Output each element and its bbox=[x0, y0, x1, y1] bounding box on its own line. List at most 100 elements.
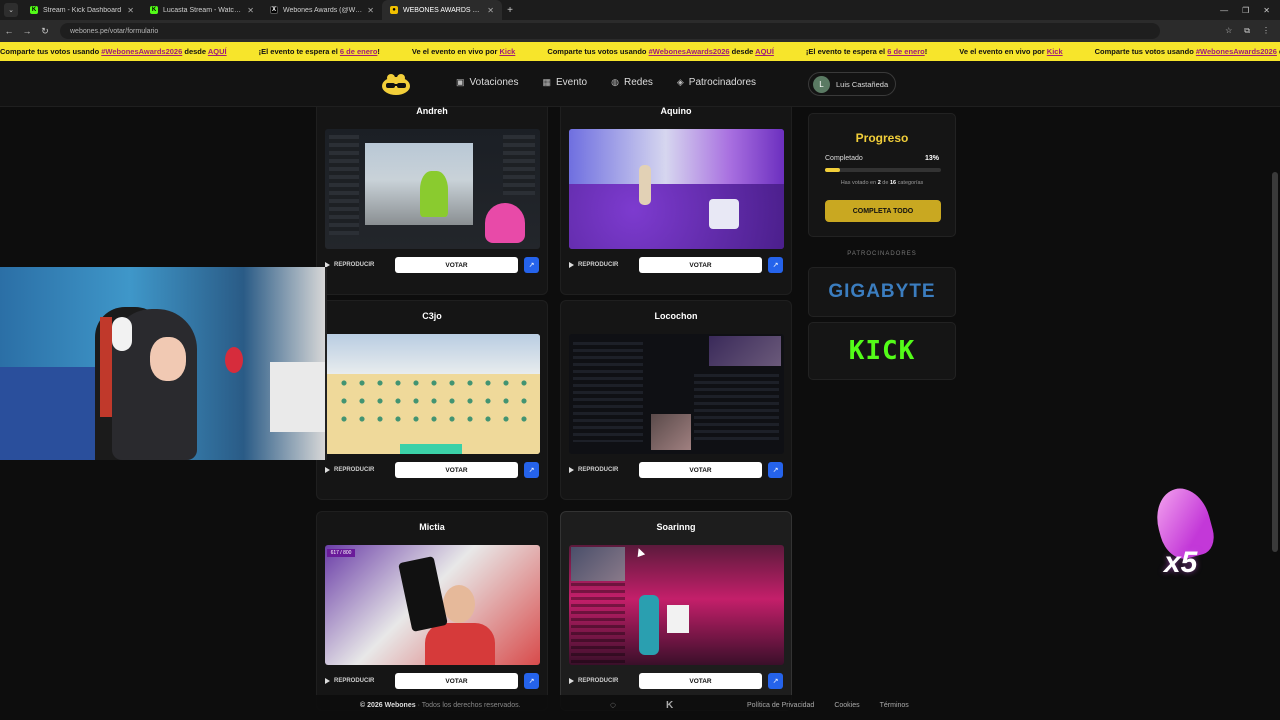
marquee-item[interactable]: Ve el evento en vivo por Kick bbox=[412, 47, 515, 56]
nav-label: Votaciones bbox=[469, 77, 519, 88]
close-icon[interactable]: ✕ bbox=[247, 6, 254, 15]
external-link-icon[interactable]: ↗ bbox=[768, 257, 783, 273]
play-button[interactable]: REPRODUCIR bbox=[569, 462, 633, 478]
external-link-icon[interactable]: ↗ bbox=[524, 257, 539, 273]
nominee-thumbnail[interactable] bbox=[325, 334, 540, 454]
social-icon[interactable]: ◌ bbox=[610, 700, 616, 711]
nav-patrocinadores[interactable]: ◈ Patrocinadores bbox=[677, 77, 756, 88]
marquee-highlight[interactable]: #WebonesAwards2026 bbox=[101, 47, 182, 56]
multiplier-text: x5 bbox=[1164, 546, 1198, 579]
nominee-thumbnail[interactable] bbox=[569, 545, 784, 665]
marquee-text: ! bbox=[924, 47, 928, 56]
play-button[interactable]: REPRODUCIR bbox=[325, 257, 389, 273]
marquee-item[interactable]: Comparte tus votos usando #WebonesAwards… bbox=[0, 47, 227, 56]
privacy-link[interactable]: Política de Privacidad bbox=[747, 702, 814, 709]
user-menu[interactable]: L Luis Castañeda bbox=[808, 72, 896, 96]
marquee-highlight[interactable]: 6 de enero bbox=[887, 47, 925, 56]
webones-logo[interactable] bbox=[381, 72, 411, 96]
profile-icon[interactable]: ⋮ bbox=[1262, 26, 1270, 36]
close-icon[interactable]: ✕ bbox=[127, 6, 134, 15]
marquee-highlight[interactable]: Kick bbox=[1047, 47, 1063, 56]
play-label: REPRODUCIR bbox=[334, 467, 375, 473]
address-bar[interactable]: webones.pe/votar/formulario bbox=[60, 23, 1160, 39]
tab-title: Stream - Kick Dashboard bbox=[43, 6, 122, 14]
game-crowd bbox=[335, 374, 530, 434]
marquee-item[interactable]: Comparte tus votos usando #WebonesAwards… bbox=[1095, 47, 1280, 56]
external-link-icon[interactable]: ↗ bbox=[768, 462, 783, 478]
vote-button[interactable]: VOTAR bbox=[639, 673, 762, 689]
vote-button[interactable]: VOTAR bbox=[639, 257, 762, 273]
marquee-text: Ve el evento en vivo por bbox=[411, 47, 500, 56]
nominee-thumbnail[interactable] bbox=[569, 334, 784, 454]
kick-icon[interactable]: K bbox=[666, 700, 673, 711]
marquee-highlight[interactable]: #WebonesAwards2026 bbox=[649, 47, 730, 56]
tab-search-icon[interactable]: ⌄ bbox=[4, 3, 18, 17]
play-button[interactable]: REPRODUCIR bbox=[569, 673, 633, 689]
tab-lucasta-stream[interactable]: K Lucasta Stream - Watch Live on Kick ✕ bbox=[142, 0, 262, 20]
tab-kick-dashboard[interactable]: K Stream - Kick Dashboard ✕ bbox=[22, 0, 142, 20]
progress-bar bbox=[825, 168, 941, 172]
nominee-name: C3jo bbox=[422, 311, 442, 321]
progress-info: Has votado en 2 de 16 categorías bbox=[809, 180, 955, 186]
vote-button[interactable]: VOTAR bbox=[639, 462, 762, 478]
marquee-highlight[interactable]: AQUÍ bbox=[208, 47, 227, 56]
vote-button[interactable]: VOTAR bbox=[395, 257, 518, 273]
nominee-thumbnail[interactable] bbox=[569, 129, 784, 249]
vote-button[interactable]: VOTAR bbox=[395, 673, 518, 689]
external-link-icon[interactable]: ↗ bbox=[768, 673, 783, 689]
stream-goal-counter: 617 / 800 bbox=[327, 549, 355, 557]
vote-button[interactable]: VOTAR bbox=[395, 462, 518, 478]
forward-icon[interactable]: → bbox=[18, 26, 36, 36]
external-link-icon[interactable]: ↗ bbox=[524, 462, 539, 478]
marquee-highlight[interactable]: 6 de enero bbox=[340, 47, 378, 56]
footer-social: ◌ K bbox=[610, 700, 673, 711]
external-link-icon[interactable]: ↗ bbox=[524, 673, 539, 689]
play-button[interactable]: REPRODUCIR bbox=[325, 462, 389, 478]
tab-webones-awards[interactable]: ● WEBONES AWARDS 2026 ✕ bbox=[382, 0, 502, 20]
terms-link[interactable]: Términos bbox=[880, 702, 909, 709]
play-icon bbox=[325, 467, 330, 473]
back-icon[interactable]: ← bbox=[0, 26, 18, 36]
stream-chat-panel bbox=[503, 135, 535, 195]
tab-webones-x[interactable]: X Webones Awards (@WebonesA... ✕ bbox=[262, 0, 382, 20]
bookmark-star-icon[interactable]: ☆ bbox=[1225, 26, 1232, 36]
minimize-icon[interactable]: — bbox=[1220, 6, 1228, 15]
marquee-highlight[interactable]: Kick bbox=[499, 47, 515, 56]
marquee-highlight[interactable]: #WebonesAwards2026 bbox=[1196, 47, 1277, 56]
nominee-card-andreh: Andreh REPRODUCIR VOTAR ↗ bbox=[316, 107, 548, 295]
nav-redes[interactable]: ◍ Redes bbox=[611, 77, 653, 88]
tab-title: Lucasta Stream - Watch Live on Kick bbox=[163, 6, 242, 14]
scroll-thumb[interactable] bbox=[1272, 172, 1278, 552]
kick-icon: K bbox=[150, 6, 158, 14]
nav-votaciones[interactable]: ▣ Votaciones bbox=[456, 77, 518, 88]
marquee-item[interactable]: Comparte tus votos usando #WebonesAwards… bbox=[547, 47, 774, 56]
page-scrollbar[interactable] bbox=[1272, 62, 1278, 720]
cookies-link[interactable]: Cookies bbox=[834, 702, 859, 709]
microphone-icon bbox=[225, 347, 243, 373]
play-button[interactable]: REPRODUCIR bbox=[569, 257, 633, 273]
nominee-card-locochon: Locochon REPRODUCIR VOTAR ↗ bbox=[560, 300, 792, 500]
marquee-item[interactable]: ¡El evento te espera el 6 de enero! bbox=[259, 47, 380, 56]
close-window-icon[interactable]: ✕ bbox=[1263, 6, 1270, 15]
complete-all-button[interactable]: COMPLETA TODO bbox=[825, 200, 941, 222]
sponsor-kick[interactable]: KICK bbox=[808, 322, 956, 380]
nominee-thumbnail[interactable]: 617 / 800 bbox=[325, 545, 540, 665]
nominee-thumbnail[interactable] bbox=[325, 129, 540, 249]
close-icon[interactable]: ✕ bbox=[487, 6, 494, 15]
marquee-item[interactable]: Ve el evento en vivo por Kick bbox=[959, 47, 1062, 56]
marquee-highlight[interactable]: AQUÍ bbox=[755, 47, 774, 56]
game-character bbox=[639, 595, 659, 655]
close-icon[interactable]: ✕ bbox=[367, 6, 374, 15]
marquee-item[interactable]: ¡El evento te espera el 6 de enero! bbox=[806, 47, 927, 56]
url-text: webones.pe/votar/formulario bbox=[70, 27, 159, 35]
extensions-icon[interactable]: ⧉ bbox=[1244, 26, 1250, 36]
new-tab-icon[interactable]: + bbox=[502, 5, 518, 16]
sponsor-gigabyte[interactable]: GIGABYTE bbox=[808, 267, 956, 317]
progress-percent: 13% bbox=[924, 155, 939, 162]
restore-icon[interactable]: ❐ bbox=[1242, 6, 1249, 15]
nav-label: Patrocinadores bbox=[688, 77, 757, 88]
nav-evento[interactable]: ▦ Evento bbox=[542, 77, 587, 88]
play-icon bbox=[569, 262, 574, 268]
reload-icon[interactable]: ↻ bbox=[36, 26, 54, 37]
play-button[interactable]: REPRODUCIR bbox=[325, 673, 389, 689]
